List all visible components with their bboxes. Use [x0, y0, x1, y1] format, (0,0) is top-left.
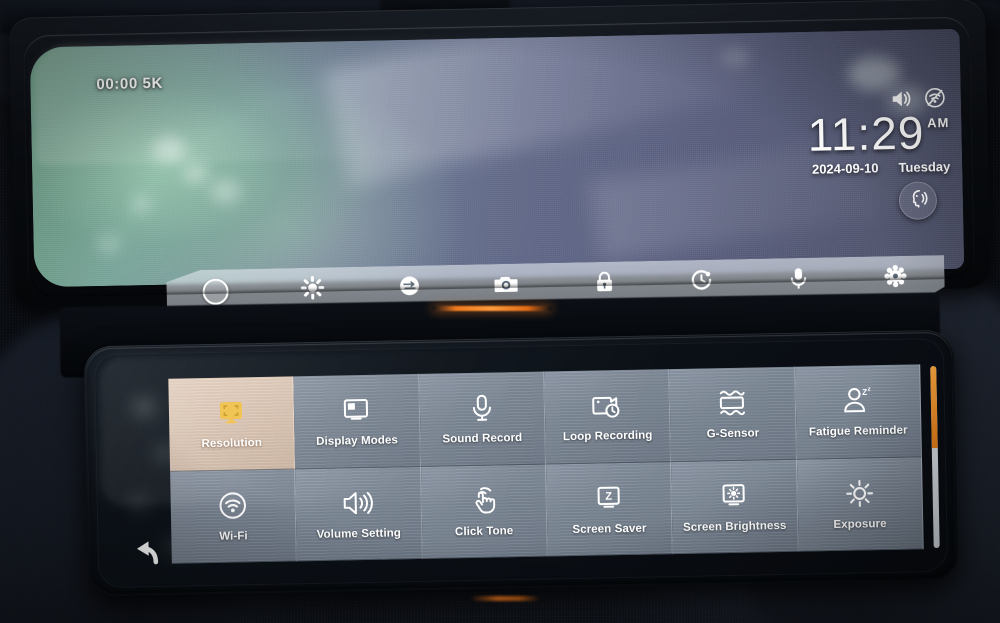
status-led-strip [432, 306, 552, 311]
monitor-sun-icon [717, 479, 752, 512]
record-button-icon [202, 278, 229, 305]
voice-command-icon [906, 186, 931, 215]
monitor-frame-icon [214, 396, 249, 429]
settings-tile-label: Screen Brightness [682, 519, 787, 534]
clock-subrow: 2024-09-10 Tuesday [808, 159, 951, 178]
screenshot-root: 00:00 5K 11:29 AM 2024-09-10 Tuesday Res… [0, 0, 1000, 623]
settings-tile-click-tone[interactable]: Click Tone [420, 464, 548, 559]
back-arrow-icon [121, 534, 162, 572]
rearview-mirror-device: 00:00 5K 11:29 AM 2024-09-10 Tuesday [9, 0, 991, 319]
settings-tile-label: Click Tone [454, 524, 514, 539]
settings-tile-label: Exposure [833, 517, 887, 531]
settings-tile-label: G-Sensor [706, 427, 760, 441]
g-sensor-waves-icon [715, 387, 750, 420]
settings-tile-exposure[interactable]: Exposure [796, 456, 924, 552]
clock-time-row: 11:29 AM [807, 106, 950, 161]
gear-icon [884, 263, 909, 292]
sleeping-person-icon: Zz [840, 384, 875, 417]
settings-tile-label: Loop Recording [562, 429, 653, 444]
svg-text:z: z [867, 387, 870, 393]
lock-icon [593, 269, 616, 298]
recording-status-overlay: 00:00 5K [96, 74, 164, 94]
video-clock-icon [590, 389, 625, 422]
settings-tile-volume-setting[interactable]: Volume Setting [295, 466, 423, 562]
wifi-off-icon [924, 87, 948, 113]
camera-icon [494, 272, 521, 300]
glass-blob [130, 396, 158, 418]
settings-tile-screen-saver[interactable]: Z Screen Saver [546, 461, 674, 557]
microphone-icon [788, 265, 809, 294]
settings-tile-screen-brightness[interactable]: Screen Brightness [671, 459, 799, 555]
monitor-sleep-icon: Z [592, 482, 627, 515]
bottom-led-strip [470, 596, 540, 601]
settings-tile-label: Screen Saver [572, 522, 647, 536]
clock-date: 2024-09-10 [811, 160, 879, 178]
settings-tile-label: Display Modes [316, 434, 399, 449]
microphone-icon [464, 392, 499, 425]
clock-ampm: AM [927, 114, 950, 131]
clock-weekday: Tuesday [898, 159, 951, 176]
timer-icon [689, 267, 714, 296]
settings-tile-label: Sound Record [442, 432, 523, 446]
settings-tile-label: Fatigue Reminder [808, 424, 908, 439]
clock-widget: 11:29 AM 2024-09-10 Tuesday [807, 87, 951, 178]
settings-tile-display-modes[interactable]: Display Modes [293, 373, 421, 469]
sun-icon [842, 477, 877, 510]
settings-tile-wifi[interactable]: Wi-Fi [170, 468, 298, 564]
svg-text:Z: Z [862, 387, 867, 397]
svg-text:Z: Z [605, 490, 612, 502]
settings-tile-label: Volume Setting [316, 527, 402, 541]
settings-tile-resolution[interactable]: Resolution [168, 376, 296, 472]
settings-menu-grid: Resolution Display Modes Sound Record Lo… [168, 364, 924, 564]
clock-time: 11:29 [807, 106, 925, 161]
wifi-icon [216, 489, 251, 522]
settings-tile-label: Resolution [201, 437, 263, 451]
tap-hand-icon [466, 484, 501, 517]
split-screen-icon [339, 394, 374, 427]
brightness-sun-icon [300, 275, 325, 304]
settings-tile-sound-record[interactable]: Sound Record [418, 371, 547, 467]
back-button[interactable] [119, 533, 164, 574]
settings-device: Resolution Display Modes Sound Record Lo… [83, 329, 959, 597]
settings-tile-label: Wi-Fi [219, 530, 248, 543]
settings-tile-loop-recording[interactable]: Loop Recording [544, 369, 672, 465]
glass-blob [126, 493, 151, 512]
switch-view-icon [397, 273, 422, 302]
settings-tile-g-sensor[interactable]: G-Sensor [669, 366, 797, 462]
speaker-icon [341, 487, 376, 520]
settings-tile-fatigue-reminder[interactable]: Zz Fatigue Reminder [794, 364, 922, 460]
